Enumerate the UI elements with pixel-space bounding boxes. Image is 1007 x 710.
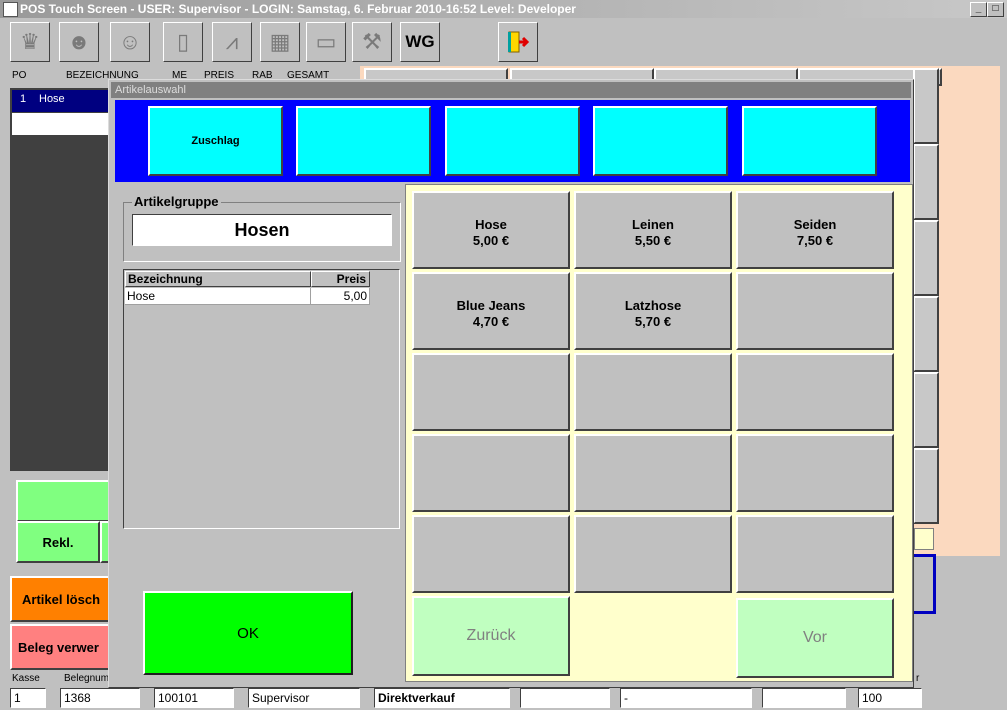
article-button-empty[interactable] xyxy=(412,434,570,512)
col-header-bezeichnung[interactable]: Bezeichnung xyxy=(125,271,311,287)
position-number: 1 xyxy=(20,93,27,105)
top-button-5[interactable] xyxy=(742,106,877,176)
belegnummer-label: Belegnum xyxy=(64,673,110,684)
table-cell-price[interactable]: 5,00 xyxy=(311,288,370,305)
background-tile xyxy=(913,296,939,372)
spreadsheet-icon: ▦ xyxy=(269,29,291,54)
toolbar-wg-button[interactable]: WG xyxy=(400,22,440,62)
toolbar-exit-button[interactable] xyxy=(498,22,538,62)
article-button-empty[interactable] xyxy=(574,515,732,593)
top-button-4[interactable] xyxy=(593,106,728,176)
article-button-hose[interactable]: Hose 5,00 € xyxy=(412,191,570,269)
vor-button[interactable]: Vor xyxy=(736,598,894,678)
background-tile xyxy=(913,68,939,144)
article-button-empty[interactable] xyxy=(736,515,894,593)
article-name: Seiden xyxy=(793,217,837,232)
minimize-button[interactable]: _ xyxy=(970,2,987,17)
toolbar-card-button[interactable]: ▭ xyxy=(306,22,346,62)
extra-label: r xyxy=(916,673,920,684)
exit-door-icon xyxy=(508,31,530,53)
rekl-button[interactable]: Rekl. xyxy=(16,521,100,563)
last-field[interactable]: 100 xyxy=(858,688,922,708)
article-button-empty[interactable] xyxy=(574,434,732,512)
ok-button[interactable]: OK xyxy=(143,591,353,675)
maximize-button[interactable]: □ xyxy=(987,2,1004,17)
artikelgruppe-group: Artikelgruppe Hosen xyxy=(123,194,401,262)
toolbar: ♛ ☻ ☺ ▯ ⩘ ▦ ▭ ⚒ WG xyxy=(0,18,1007,64)
article-price: 5,50 € xyxy=(634,233,672,248)
beleg-field[interactable]: 1368 xyxy=(60,688,140,708)
article-button-seiden[interactable]: Seiden 7,50 € xyxy=(736,191,894,269)
chart-icon: ⩘ xyxy=(225,29,239,54)
card-icon: ▭ xyxy=(315,29,337,54)
toolbar-tools-button[interactable]: ⚒ xyxy=(352,22,392,62)
article-table[interactable]: Bezeichnung Preis Hose 5,00 xyxy=(123,269,400,529)
article-button-empty[interactable] xyxy=(736,272,894,350)
dash-field[interactable]: - xyxy=(620,688,752,708)
article-button-latzhose[interactable]: Latzhose 5,70 € xyxy=(574,272,732,350)
artikelgruppe-label: Artikelgruppe xyxy=(132,194,221,209)
article-name: Hose xyxy=(475,217,507,232)
background-tile xyxy=(913,372,939,448)
tools-icon: ⚒ xyxy=(362,29,382,54)
window-titlebar: POS Touch Screen - USER: Supervisor - LO… xyxy=(0,0,1007,18)
toolbar-chart-button[interactable]: ⩘ xyxy=(212,22,252,62)
empty-field-2[interactable] xyxy=(762,688,846,708)
face-icon: ☺ xyxy=(118,29,142,54)
kunde-field[interactable]: 100101 xyxy=(154,688,234,708)
article-button-empty[interactable] xyxy=(412,353,570,431)
user-field[interactable]: Supervisor xyxy=(248,688,360,708)
window-title: POS Touch Screen - USER: Supervisor - LO… xyxy=(20,2,576,16)
toolbar-head-button[interactable]: ☻ xyxy=(59,22,99,62)
toolbar-face-button[interactable]: ☺ xyxy=(110,22,150,62)
kasse-label: Kasse xyxy=(12,673,40,684)
background-tile xyxy=(913,220,939,296)
article-button-empty[interactable] xyxy=(412,515,570,593)
toolbar-crown-button[interactable]: ♛ xyxy=(10,22,50,62)
head-icon: ☻ xyxy=(67,29,91,54)
top-button-3[interactable] xyxy=(445,106,580,176)
mode-field[interactable]: Direktverkauf xyxy=(374,688,510,708)
background-field xyxy=(914,528,934,550)
crown-icon: ♛ xyxy=(20,29,40,54)
artikelgruppe-value: Hosen xyxy=(132,214,392,246)
kasse-field[interactable]: 1 xyxy=(10,688,46,708)
table-cell-name[interactable]: Hose xyxy=(125,288,311,305)
zuschlag-button[interactable]: Zuschlag xyxy=(148,106,283,176)
top-button-2[interactable] xyxy=(296,106,431,176)
background-selected-tile xyxy=(914,554,936,614)
toolbar-spreadsheet-button[interactable]: ▦ xyxy=(260,22,300,62)
artikelauswahl-dialog: Artikelauswahl Zuschlag Artikelgruppe Ho… xyxy=(108,79,914,688)
article-name: Leinen xyxy=(632,217,674,232)
article-name: Blue Jeans xyxy=(456,298,526,313)
zurueck-button[interactable]: Zurück xyxy=(412,596,570,676)
article-button-empty[interactable] xyxy=(574,353,732,431)
position-name: Hose xyxy=(39,93,65,105)
article-name: Latzhose xyxy=(624,298,682,313)
dialog-title: Artikelauswahl xyxy=(111,82,911,98)
background-tile xyxy=(913,448,939,524)
article-button-blue-jeans[interactable]: Blue Jeans 4,70 € xyxy=(412,272,570,350)
col-header-preis[interactable]: Preis xyxy=(311,271,370,287)
page-icon: ▯ xyxy=(176,29,190,54)
article-button-empty[interactable] xyxy=(736,353,894,431)
empty-field[interactable] xyxy=(520,688,610,708)
article-price: 4,70 € xyxy=(472,314,510,329)
article-price: 5,70 € xyxy=(634,314,672,329)
background-tile xyxy=(913,144,939,220)
top-button-bar: Zuschlag xyxy=(115,100,910,182)
article-price: 5,00 € xyxy=(472,233,510,248)
article-button-leinen[interactable]: Leinen 5,50 € xyxy=(574,191,732,269)
article-price: 7,50 € xyxy=(796,233,834,248)
app-icon xyxy=(3,2,18,17)
toolbar-page-button[interactable]: ▯ xyxy=(163,22,203,62)
article-button-grid: Hose 5,00 € Leinen 5,50 € Seiden 7,50 € … xyxy=(405,184,913,682)
col-header: PO xyxy=(12,70,27,81)
article-button-empty[interactable] xyxy=(736,434,894,512)
